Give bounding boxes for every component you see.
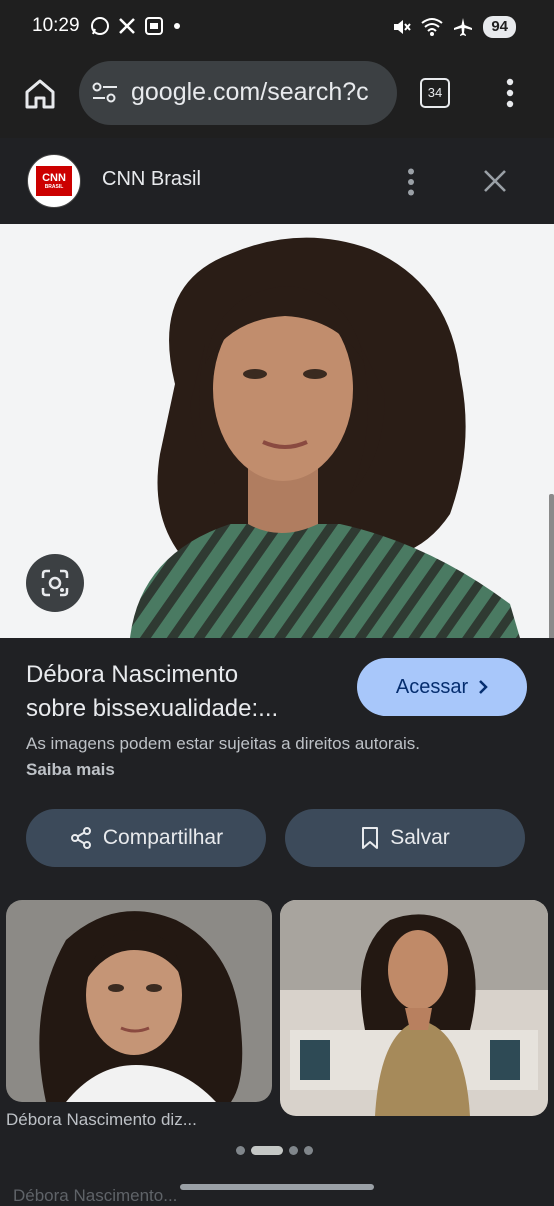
- status-time: 10:29: [32, 15, 80, 36]
- site-settings-icon[interactable]: [91, 81, 119, 105]
- chevron-right-icon: [479, 680, 488, 694]
- browser-toolbar: google.com/search?c 34: [0, 58, 554, 138]
- status-bar: 10:29 94: [0, 0, 554, 58]
- source-header: CNN BRASIL CNN Brasil: [0, 140, 554, 224]
- battery-indicator: 94: [483, 16, 516, 38]
- bookmark-icon: [362, 827, 379, 849]
- dot-icon: [174, 23, 180, 29]
- airplane-icon: [454, 18, 473, 36]
- gesture-bar[interactable]: [180, 1184, 374, 1190]
- carousel-dot: [304, 1146, 313, 1155]
- more-menu-icon[interactable]: [505, 78, 515, 108]
- copyright-text: As imagens podem estar sujeitas a direit…: [26, 734, 421, 753]
- close-icon[interactable]: [482, 168, 508, 194]
- system-icons: 94: [391, 16, 516, 38]
- second-related-caption: Débora Nascimento...: [13, 1186, 178, 1205]
- carousel-dot-active: [251, 1146, 283, 1155]
- lens-icon: [41, 569, 69, 597]
- screenshot-icon: [145, 17, 163, 35]
- tab-switcher-button[interactable]: 34: [420, 78, 450, 108]
- visit-button-label: Acessar: [395, 675, 469, 698]
- source-logo[interactable]: CNN BRASIL: [27, 154, 81, 208]
- learn-more-link[interactable]: Saiba mais: [26, 760, 115, 779]
- visit-button[interactable]: Acessar: [357, 658, 527, 716]
- related-photo: [6, 900, 272, 1102]
- home-icon[interactable]: [22, 76, 58, 112]
- lens-search-button[interactable]: [26, 554, 84, 612]
- main-result-image[interactable]: [0, 224, 554, 638]
- address-bar[interactable]: google.com/search?c: [79, 61, 397, 125]
- related-image-card[interactable]: Débora Nascimento diz...: [6, 900, 272, 1130]
- logo-subtext: BRASIL: [44, 183, 64, 190]
- x-icon: [119, 18, 135, 34]
- share-button-label: Compartilhar: [102, 826, 224, 849]
- wifi-icon: [421, 18, 443, 36]
- carousel-dot: [236, 1146, 245, 1155]
- more-options-icon[interactable]: [406, 168, 416, 196]
- carousel-dot: [289, 1146, 298, 1155]
- result-title-line-2: sobre bissexualidade:...: [26, 695, 279, 722]
- scroll-indicator[interactable]: [549, 494, 554, 638]
- related-image-thumbnail[interactable]: [280, 900, 548, 1116]
- source-name[interactable]: CNN Brasil: [102, 168, 201, 191]
- url-text[interactable]: google.com/search?c: [131, 78, 369, 107]
- share-icon: [70, 827, 91, 849]
- related-image-thumbnail[interactable]: [6, 900, 272, 1102]
- notification-icons: [90, 16, 182, 36]
- save-button[interactable]: Salvar: [285, 809, 525, 867]
- whatsapp-icon: [91, 17, 109, 35]
- carousel-indicator: [236, 1146, 313, 1155]
- logo-text: CNN: [42, 171, 66, 184]
- related-image-card[interactable]: [280, 900, 548, 1116]
- share-button[interactable]: Compartilhar: [26, 809, 266, 867]
- result-title-line-1: Débora Nascimento: [26, 661, 239, 688]
- result-title[interactable]: Débora Nascimento sobre bissexualidade:.…: [26, 658, 336, 726]
- related-photo: [280, 900, 548, 1116]
- copyright-notice: As imagens podem estar sujeitas a direit…: [26, 731, 446, 783]
- related-caption[interactable]: Débora Nascimento diz...: [6, 1110, 272, 1130]
- mute-icon: [394, 20, 412, 34]
- save-button-label: Salvar: [390, 826, 450, 849]
- related-images: Débora Nascimento diz...: [0, 900, 554, 1160]
